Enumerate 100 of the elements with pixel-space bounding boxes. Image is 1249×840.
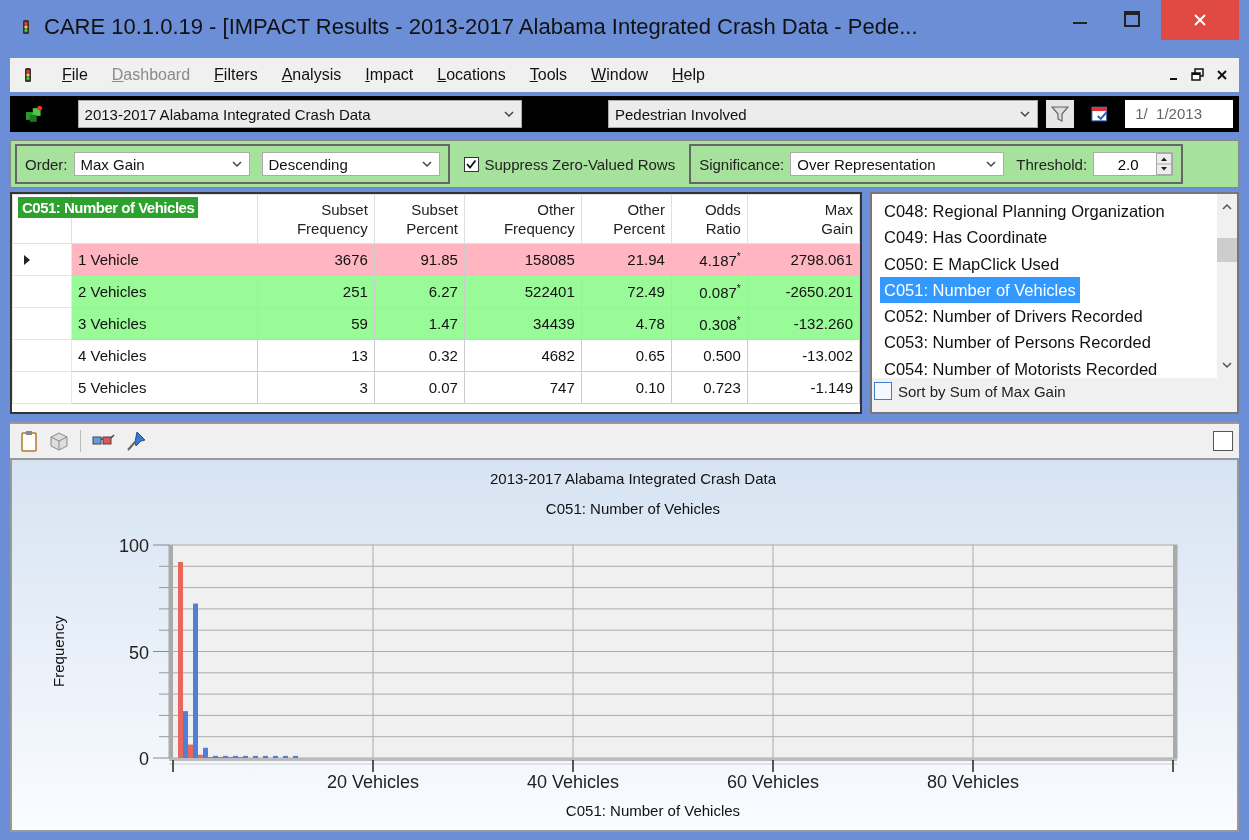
table-cell: 4 Vehicles [71, 339, 258, 372]
caret-icon [985, 158, 998, 170]
list-item[interactable]: C048: Regional Planning Organization [880, 198, 1169, 225]
x-tick-label: 60 Vehicles [726, 772, 820, 792]
table-cell: 1.47 [374, 307, 465, 340]
table-cell: 4.78 [581, 307, 672, 340]
close-icon[interactable] [1215, 68, 1229, 82]
table-cell: 3 [257, 371, 375, 404]
list-item[interactable]: C053: Number of Persons Recorded [880, 329, 1155, 356]
spin-arrows-icon [1156, 153, 1173, 175]
funnel-icon [1051, 105, 1069, 123]
column-header: Odds Ratio [671, 194, 748, 244]
filter-dropdown[interactable]: Pedestrian Involved [607, 100, 1039, 128]
x-axis-title: C051: Number of Vehicles [565, 802, 741, 819]
table-cell: 0.10 [581, 371, 672, 404]
clipboard-icon[interactable] [20, 430, 38, 452]
checkbox[interactable] [1213, 431, 1233, 451]
menu-item[interactable]: File [50, 66, 100, 84]
significance-dropdown[interactable]: Over Representation [790, 152, 1005, 176]
restore-icon[interactable] [1191, 68, 1205, 82]
list-item[interactable]: C054: Number of Motorists Recorded [880, 355, 1162, 383]
window-title: CARE 10.1.0.19 - [IMPACT Results - 2013-2017 Alabama Integrated Crash Data - Pede... [44, 14, 919, 40]
x-tick-label: 20 Vehicles [326, 772, 420, 792]
checkbox-label: Suppress Zero-Valued Rows [484, 155, 676, 173]
caret-icon [230, 158, 243, 170]
table-cell: -2650.201 [747, 275, 860, 308]
row-header-cell[interactable] [12, 307, 72, 340]
significance-label: Significance: [699, 155, 785, 173]
chart-title: C051: Number of Vehicles [545, 500, 721, 517]
checkbox[interactable] [463, 156, 479, 172]
column-header: Subset Frequency [257, 194, 375, 244]
scroll-up-icon [1221, 202, 1233, 212]
menu-item[interactable]: Window [579, 66, 661, 84]
table-cell: -132.260 [747, 307, 860, 340]
table-cell: 3676 [257, 243, 375, 276]
pushpin-icon[interactable] [125, 430, 147, 452]
row-header-cell[interactable] [12, 275, 72, 308]
traffic-light-icon [20, 19, 32, 35]
row-header-cell[interactable] [12, 243, 72, 276]
direction-dropdown[interactable]: Descending [261, 152, 440, 176]
dataset-dropdown[interactable]: 2013-2017 Alabama Integrated Crash Data [77, 100, 522, 128]
table-cell: 1 Vehicle [71, 243, 258, 276]
table-cell: 251 [257, 275, 375, 308]
column-header: Max Gain [747, 194, 860, 244]
caret-icon [1019, 108, 1032, 120]
caret-icon [502, 108, 515, 120]
chart-title: 2013-2017 Alabama Integrated Crash Data [490, 470, 776, 487]
filter-button[interactable] [1046, 100, 1074, 128]
table-cell: -13.002 [747, 339, 860, 372]
column-header: Other Percent [581, 194, 672, 244]
threshold-label: Threshold: [1016, 155, 1088, 173]
row-header-cell[interactable] [12, 339, 72, 372]
row-header-cell[interactable] [12, 371, 72, 404]
table-cell: 72.49 [581, 275, 672, 308]
list-item[interactable]: C050: E MapClick Used [880, 250, 1064, 277]
menu-item[interactable]: Filters [202, 66, 270, 84]
table-cell: -1.149 [747, 371, 860, 404]
table-cell: 4682 [464, 339, 582, 372]
y-tick-label: 100 [118, 536, 149, 556]
table-cell: 13 [257, 339, 375, 372]
table-caption: C051: Number of Vehicles [18, 197, 199, 218]
table-cell: 747 [464, 371, 582, 404]
scroll-thumb[interactable] [1217, 238, 1237, 262]
table-cell: 0.723 [671, 371, 748, 404]
row-pointer-icon [23, 255, 31, 265]
menu-item[interactable]: Impact [353, 66, 426, 84]
list-item[interactable]: C049: Has Coordinate [880, 224, 1052, 251]
traffic-light-icon [22, 67, 34, 83]
table-cell: 59 [257, 307, 375, 340]
table-cell: 158085 [464, 243, 582, 276]
menu-item[interactable]: Analysis [269, 66, 354, 84]
scrollbar[interactable] [1217, 194, 1237, 378]
checkbox[interactable] [874, 382, 892, 400]
order-dropdown[interactable]: Max Gain [73, 152, 250, 176]
table-cell: 2 Vehicles [71, 275, 258, 308]
scroll-down-icon [1221, 360, 1233, 370]
table-cell: 5 Vehicles [71, 371, 258, 404]
threshold-spinner[interactable]: 2.0 [1093, 152, 1174, 176]
cube-icon[interactable] [48, 430, 70, 452]
table-cell: 0.308$^{*}$ [671, 307, 748, 340]
order-label: Order: [25, 155, 68, 173]
x-tick-label: 80 Vehicles [926, 772, 1020, 792]
menu-item[interactable]: Tools [517, 66, 580, 84]
table-cell: 522401 [464, 275, 582, 308]
y-tick-label: 0 [139, 749, 149, 769]
list-item[interactable]: C052: Number of Drivers Recorded [880, 303, 1147, 330]
table-cell: 21.94 [581, 243, 672, 276]
table-cell: 0.07 [374, 371, 465, 404]
table-cell: 91.85 [374, 243, 465, 276]
table-cell: 0.32 [374, 339, 465, 372]
y-tick-label: 50 [128, 642, 149, 663]
menu-item[interactable]: Help [660, 66, 717, 84]
table-cell: 0.087$^{*}$ [671, 275, 748, 308]
calendar-icon[interactable] [1089, 104, 1110, 124]
caret-icon [420, 158, 433, 170]
date-field[interactable]: 1/ 1/2013 [1125, 100, 1233, 128]
table-cell: 0.65 [581, 339, 672, 372]
x-tick-label: 40 Vehicles [526, 772, 620, 792]
menu-item[interactable]: Locations [425, 66, 518, 84]
cubes-icon [24, 104, 44, 124]
